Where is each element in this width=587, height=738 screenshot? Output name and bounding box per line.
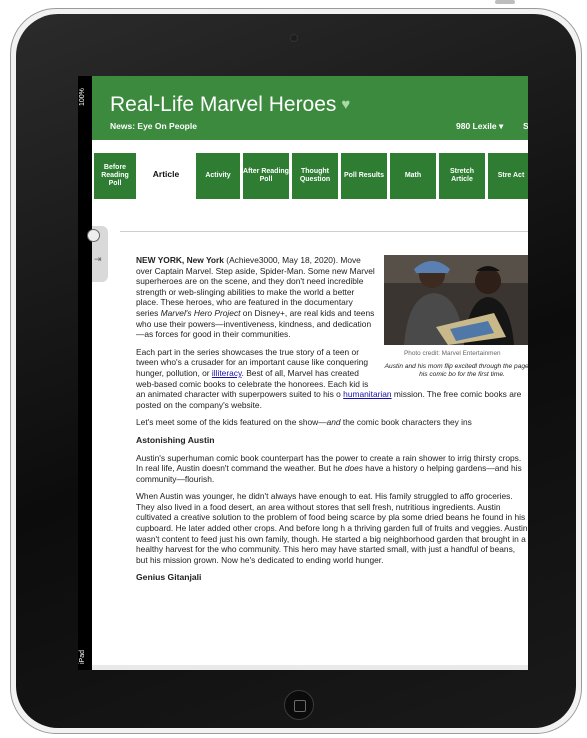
home-button[interactable] [284,690,314,720]
tool-circle-icon[interactable] [87,229,100,242]
tab-before-reading-poll[interactable]: Before Reading Poll [94,153,136,199]
battery-text: 100% [79,88,86,106]
arrow-right-icon: ⇥ [94,254,102,264]
dateline: NEW YORK, New York [136,255,224,265]
home-square-icon [294,700,306,712]
heart-icon[interactable]: ♥ [341,96,350,113]
photo-illustration [384,255,528,345]
article-body: Photo credit: Marvel Entertainmen Austin… [136,255,528,590]
glossary-link-humanitarian[interactable]: humanitarian [343,389,391,399]
tab-after-reading-poll[interactable]: After Reading Poll [243,153,289,199]
bottom-scroll-strip [92,665,528,670]
tab-stretch-article[interactable]: Stretch Article [439,153,485,199]
glossary-link-illiteracy[interactable]: illiteracy [212,368,242,378]
photo-caption: Austin and his mom flip excitedl through… [384,362,528,378]
header-cutoff-text: S [523,121,528,131]
paragraph-4: Austin's superhuman comic book counterpa… [136,452,522,484]
page-title: Real-Life Marvel Heroes ♥ [110,93,351,116]
camera-icon [290,34,298,42]
side-tools-handle[interactable]: ⇥ [87,226,108,282]
tab-poll-results[interactable]: Poll Results [341,153,387,199]
section-heading-gitanjali: Genius Gitanjali [136,572,202,583]
lexile-dropdown[interactable]: 980 Lexile ▾ [456,121,503,132]
divider [120,231,528,232]
tab-article[interactable]: Article [139,150,193,199]
device-label: iPad [79,649,86,664]
series-title: Marvel's Hero Project [160,307,241,318]
tab-stretch-activity[interactable]: Stre Act [488,153,528,199]
ipad-screen: 100% iPad Real-Life Marvel Heroes ♥ News:… [78,76,528,670]
paragraph-3: Let's meet some of the kids featured on … [136,417,472,428]
paragraph-5: When Austin was younger, he didn't alway… [136,491,528,565]
article-header: Real-Life Marvel Heroes ♥ News: Eye On Pe… [92,76,528,140]
section-heading-austin: Astonishing Austin [136,434,215,445]
tab-math[interactable]: Math [390,153,436,199]
power-button [495,0,515,4]
status-bar: 100% iPad [78,76,92,670]
step-tabs: Before Reading Poll Article Activity Aft… [92,140,528,206]
article-figure: Photo credit: Marvel Entertainmen Austin… [384,255,528,379]
article-photo [384,255,528,345]
photo-credit: Photo credit: Marvel Entertainmen [404,350,501,357]
article-category: News: Eye On People [110,121,197,131]
tab-activity[interactable]: Activity [196,153,240,199]
tab-thought-question[interactable]: Thought Question [292,153,338,199]
